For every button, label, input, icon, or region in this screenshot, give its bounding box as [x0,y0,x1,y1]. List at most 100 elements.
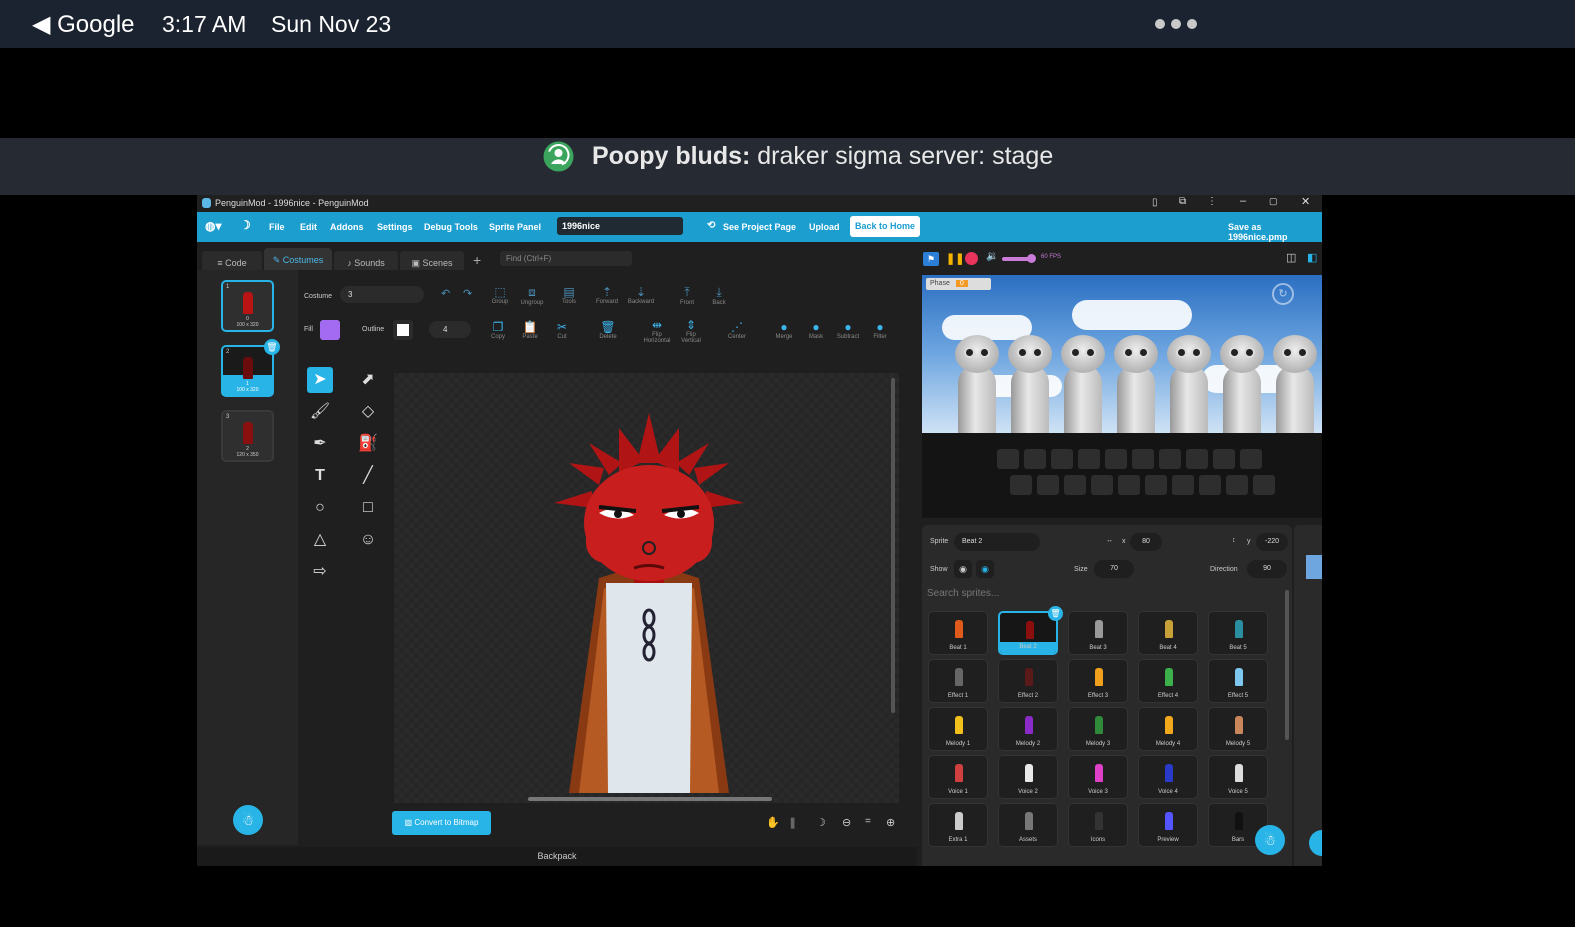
hand-tool-icon[interactable]: ✋ [766,816,780,829]
stage-key[interactable] [1253,475,1275,495]
triangle-tool-icon[interactable]: △ [307,527,333,553]
size-input[interactable]: 70 [1094,560,1134,578]
kebab-menu-icon[interactable]: ⋮ [1207,196,1217,207]
minimize-icon[interactable]: – [1240,195,1246,207]
stage-key[interactable] [1118,475,1140,495]
sprite-item[interactable]: Melody 1 [928,707,988,751]
stage-canvas[interactable]: Phase 0 ↻ [922,275,1322,433]
select-tool-icon[interactable]: ➤ [307,367,333,393]
volume-slider-handle[interactable] [1027,254,1036,263]
small-stage-icon[interactable]: ◫ [1286,251,1296,264]
stage-key[interactable] [1199,475,1221,495]
find-input[interactable]: Find (Ctrl+F) [500,251,632,266]
copy-button[interactable]: ❐ Copy [483,320,513,340]
paste-button[interactable]: 📋 Paste [515,320,545,340]
x-input[interactable]: 80 [1130,533,1162,551]
tools-button[interactable]: ▤ Tools [554,285,584,305]
green-flag-icon[interactable]: ⚑ [923,252,939,266]
stage-key[interactable] [1051,449,1073,469]
sprite-item[interactable]: Voice 3 [1068,755,1128,799]
zoom-out-icon[interactable]: ⊖ [842,816,851,829]
eyedropper-tool-icon[interactable]: ✒ [307,431,333,457]
canvas-horizontal-scrollbar[interactable] [528,797,772,801]
add-backdrop-button[interactable] [1309,830,1322,856]
save-as-button[interactable]: Save as 1996nice.pmp [1228,222,1322,242]
forward-button[interactable]: ⇡ Forward [592,285,622,305]
group-button[interactable]: ⬚ Group [485,285,515,305]
volume-icon[interactable]: 🔉 [986,251,998,262]
ungroup-button[interactable]: ⧈ Ungroup [517,285,547,306]
outline-width-input[interactable]: 4 [429,321,471,338]
canvas-vertical-scrollbar[interactable] [891,378,895,713]
sprite-item[interactable]: Extra 1 [928,803,988,847]
stage-key[interactable] [1172,475,1194,495]
costume-item-3[interactable]: 3 2 120 x 350 [221,410,274,462]
sprite-item[interactable]: Effect 2 [998,659,1058,703]
sprite-name-input[interactable]: Beat 2 [954,533,1040,551]
costume-item-2[interactable]: 2 1 100 x 320 🗑 [221,339,280,397]
sprite-item[interactable]: Beat 5 [1208,611,1268,655]
reload-icon[interactable]: ↻ [1272,283,1294,305]
sprite-item[interactable]: Melody 3 [1068,707,1128,751]
costume-name-input[interactable]: 3 [340,286,424,303]
more-options-icon[interactable] [1155,19,1197,29]
line-tool-icon[interactable]: ╱ [355,463,381,489]
front-button[interactable]: ⤒ Front [672,285,702,306]
stage-key[interactable] [1024,449,1046,469]
zoom-reset-button[interactable]: = [865,816,871,827]
stage-key[interactable] [1159,449,1181,469]
sprite-item[interactable]: Icons [1068,803,1128,847]
maximize-icon[interactable]: ▢ [1269,196,1278,207]
eraser-tool-icon[interactable]: ◇ [355,399,381,425]
sprite-item[interactable]: Beat 1 [928,611,988,655]
emoji-tool-icon[interactable]: ☺ [355,527,381,553]
stage-thumbnail[interactable] [1306,555,1322,579]
outline-color-swatch[interactable] [393,320,413,340]
flip-horizontal-button[interactable]: ⇹ Flip Horizontal [641,318,673,344]
dark-mode-icon[interactable]: ☽ [816,816,826,829]
cut-button[interactable]: ✂ Cut [547,320,577,340]
menu-settings[interactable]: Settings [377,222,413,232]
sprite-item[interactable]: Assets [998,803,1058,847]
sprite-item[interactable]: Effect 4 [1138,659,1198,703]
stage-key[interactable] [1078,449,1100,469]
add-sprite-button[interactable]: ☃ [1255,825,1285,855]
menu-edit[interactable]: Edit [300,222,317,232]
costume-item-1[interactable]: 1 0 100 x 320 [221,280,274,332]
filter-button[interactable]: ● Filter [865,320,895,340]
reshape-tool-icon[interactable]: ⬈ [355,367,381,393]
theme-moon-icon[interactable]: ☽ [240,218,251,232]
stage-key[interactable] [1145,475,1167,495]
sprite-item[interactable]: Effect 1 [928,659,988,703]
paint-mode-icon[interactable]: ❚ [788,816,797,829]
upload-button[interactable]: Upload [809,222,840,232]
sprite-item[interactable]: Beat 4 [1138,611,1198,655]
sprite-item[interactable]: Voice 5 [1208,755,1268,799]
zoom-in-icon[interactable]: ⊕ [886,816,895,829]
sprite-item[interactable]: Beat 2 🗑 [998,606,1063,655]
large-stage-icon[interactable]: ◧ [1307,251,1317,264]
menu-file[interactable]: File [269,222,285,232]
project-title-input[interactable]: 1996nice [557,217,683,235]
sprite-item[interactable]: Effect 3 [1068,659,1128,703]
menu-debug-tools[interactable]: Debug Tools [424,222,478,232]
delete-costume-icon[interactable]: 🗑 [264,339,280,355]
paint-canvas[interactable] [394,373,899,803]
menu-sprite-panel[interactable]: Sprite Panel [489,222,541,232]
brush-tool-icon[interactable]: 🖌 [307,399,333,425]
back-button[interactable]: ⤓ Back [704,285,734,306]
stage-key[interactable] [1213,449,1235,469]
backpack-bar[interactable]: Backpack [197,847,917,866]
sprite-item[interactable]: Voice 4 [1138,755,1198,799]
page-icon[interactable]: ▯ [1152,197,1158,208]
close-icon[interactable]: ✕ [1301,195,1310,208]
show-visible-icon[interactable]: ◉ [954,560,972,578]
sprite-item[interactable]: Preview [1138,803,1198,847]
sprite-item[interactable]: Voice 1 [928,755,988,799]
merge-button[interactable]: ● Merge [769,320,799,340]
subtract-button[interactable]: ● Subtract [833,320,863,340]
stage-key[interactable] [1186,449,1208,469]
hide-icon[interactable]: ◉ [976,560,994,578]
delete-sprite-icon[interactable]: 🗑 [1048,606,1063,621]
stage-key[interactable] [1091,475,1113,495]
